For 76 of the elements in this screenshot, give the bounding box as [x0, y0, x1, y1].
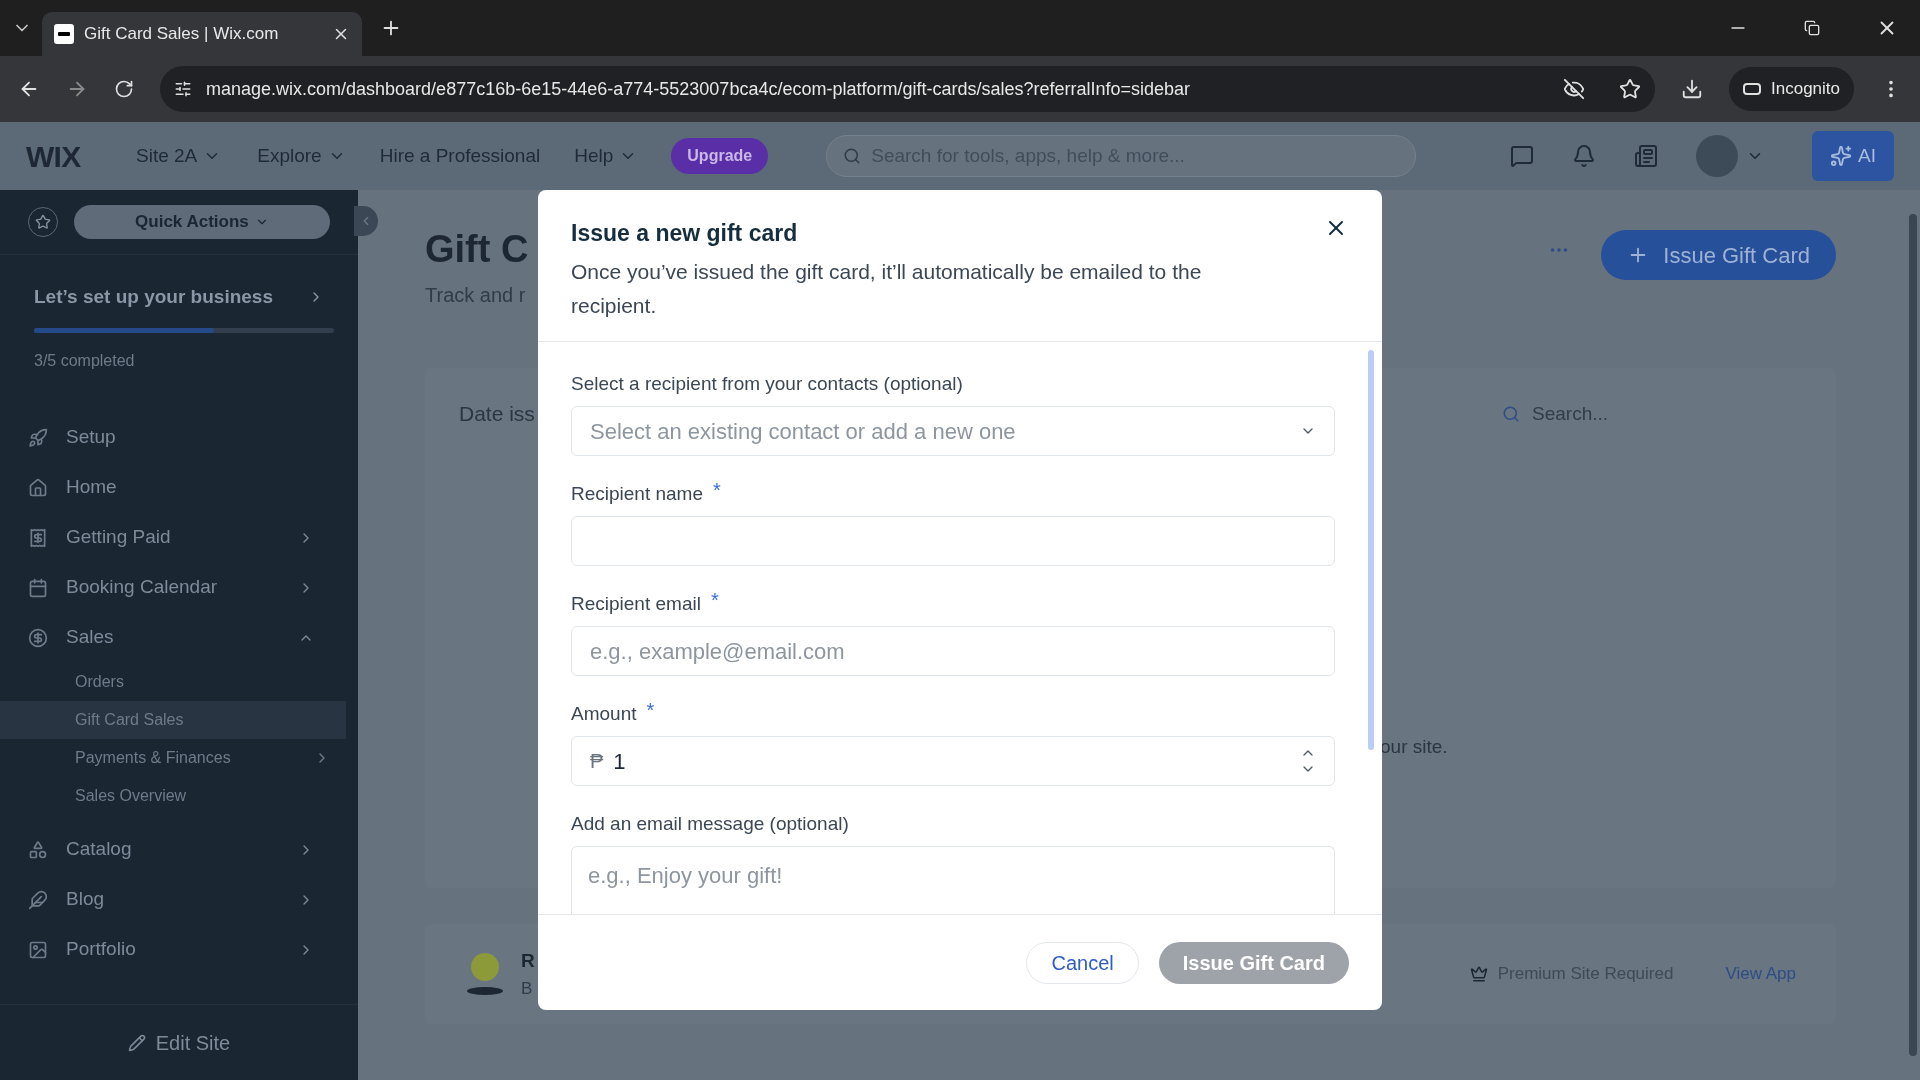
browser-tab[interactable]: Gift Card Sales | Wix.com — [42, 12, 362, 56]
receipt-icon — [28, 527, 48, 548]
address-bar[interactable]: manage.wix.com/dashboard/e877c16b-6e15-44e6-a774-5523007bca4c/ecom-platform/gift-cards/sales?referralInfo=sidebar — [160, 66, 1655, 112]
top-menu-item[interactable]: Help — [574, 141, 638, 171]
eye-off-icon[interactable] — [1563, 78, 1585, 100]
input-field[interactable] — [571, 516, 1335, 566]
sidebar-item[interactable]: Setup — [0, 412, 358, 463]
quick-actions-button[interactable]: Quick Actions — [73, 205, 330, 239]
sidebar-item[interactable]: Home — [0, 462, 358, 513]
url-text: manage.wix.com/dashboard/e877c16b-6e15-44e6-a774-5523007bca4c/ecom-platform/gift-cards/sales?referralInfo=sidebar — [206, 77, 1192, 101]
issue-gift-card-button[interactable]: Issue Gift Card — [1601, 230, 1836, 280]
search-placeholder: Search... — [1532, 401, 1609, 426]
field-label: Select a recipient from your contacts (optional) — [571, 372, 963, 396]
feather-icon — [28, 889, 48, 910]
sidebar-subitem[interactable]: Sales Overview — [0, 776, 346, 815]
edit-site-button[interactable]: Edit Site — [127, 1027, 231, 1058]
contact-select[interactable]: Select an existing contact or add a new one — [571, 406, 1335, 456]
setup-progress-link[interactable]: Let’s set up your business — [34, 283, 324, 312]
pencil-icon — [127, 1033, 146, 1052]
required-asterisk: * — [646, 700, 655, 720]
sidebar-item[interactable]: Portfolio — [0, 924, 358, 975]
image-icon — [28, 939, 48, 960]
field-label: Recipient email — [571, 592, 701, 616]
wix-logo[interactable]: WIX — [26, 133, 136, 179]
dialog-description: Once you’ve issued the gift card, it’ll automatically be emailed to the recipient. — [571, 258, 1203, 319]
site-info-icon[interactable] — [174, 80, 192, 98]
required-asterisk: * — [713, 480, 721, 500]
tab-title: Gift Card Sales | Wix.com — [84, 23, 280, 46]
bookmark-star-icon[interactable] — [1619, 78, 1641, 100]
bell-icon[interactable] — [1572, 144, 1597, 168]
search-icon — [843, 147, 862, 165]
rocket-icon — [28, 427, 48, 448]
sidebar-item[interactable]: Catalog — [0, 824, 358, 875]
sidebar-item[interactable]: Sales — [0, 612, 358, 663]
required-asterisk: * — [710, 590, 719, 610]
upgrade-button[interactable]: Upgrade — [671, 138, 769, 174]
column-header: Date iss — [459, 401, 535, 427]
app-title: R — [521, 949, 535, 973]
search-icon — [1502, 404, 1520, 423]
message-field[interactable]: e.g., Enjoy your gift! — [571, 846, 1335, 914]
scrollbar[interactable] — [1909, 214, 1917, 1056]
dollar-icon — [28, 627, 48, 648]
reload-icon[interactable] — [114, 79, 134, 99]
field-label: Recipient name — [571, 482, 704, 506]
incognito-chip[interactable]: Incognito — [1729, 67, 1854, 111]
page-title: Gift C — [425, 230, 529, 268]
ai-button[interactable]: AI — [1812, 131, 1894, 181]
top-menu-item[interactable]: Hire a Professional — [379, 141, 541, 171]
download-icon[interactable] — [1681, 78, 1703, 100]
sidebar-subitem[interactable]: Payments & Finances — [0, 738, 346, 777]
amount-field[interactable]: ₱ 1 — [571, 736, 1335, 786]
chat-icon[interactable] — [1510, 144, 1535, 168]
sidebar-item[interactable]: Getting Paid — [0, 512, 358, 563]
input-field[interactable]: e.g., example@email.com — [571, 626, 1335, 676]
news-icon[interactable] — [1634, 144, 1659, 168]
progress-text: 3/5 completed — [34, 350, 136, 371]
home-icon — [28, 477, 48, 498]
top-menu-item[interactable]: Explore — [257, 141, 346, 171]
site-switcher[interactable]: Site 2A — [136, 141, 222, 171]
app-subtitle: B — [521, 977, 534, 1000]
sparkles-icon — [1830, 145, 1853, 167]
scrollbar-thumb[interactable] — [1368, 350, 1374, 750]
profile-label: Incognito — [1771, 78, 1840, 101]
sidebar-subitem[interactable]: Gift Card Sales — [0, 700, 346, 739]
shapes-icon — [28, 839, 48, 860]
wix-favicon — [54, 24, 74, 44]
dialog-title: Issue a new gift card — [571, 219, 798, 248]
field-label: Add an email message (optional) — [571, 812, 849, 836]
sidebar-subitem[interactable]: Orders — [0, 662, 346, 701]
search-field[interactable]: Search... — [1502, 399, 1742, 428]
calendar-icon — [28, 577, 48, 598]
sidebar-item[interactable]: Blog — [0, 874, 358, 925]
field-label: Amount — [571, 702, 637, 726]
restore-icon[interactable] — [1804, 20, 1820, 36]
sidebar-item[interactable]: Booking Calendar — [0, 562, 358, 613]
crown-icon — [1469, 965, 1488, 983]
